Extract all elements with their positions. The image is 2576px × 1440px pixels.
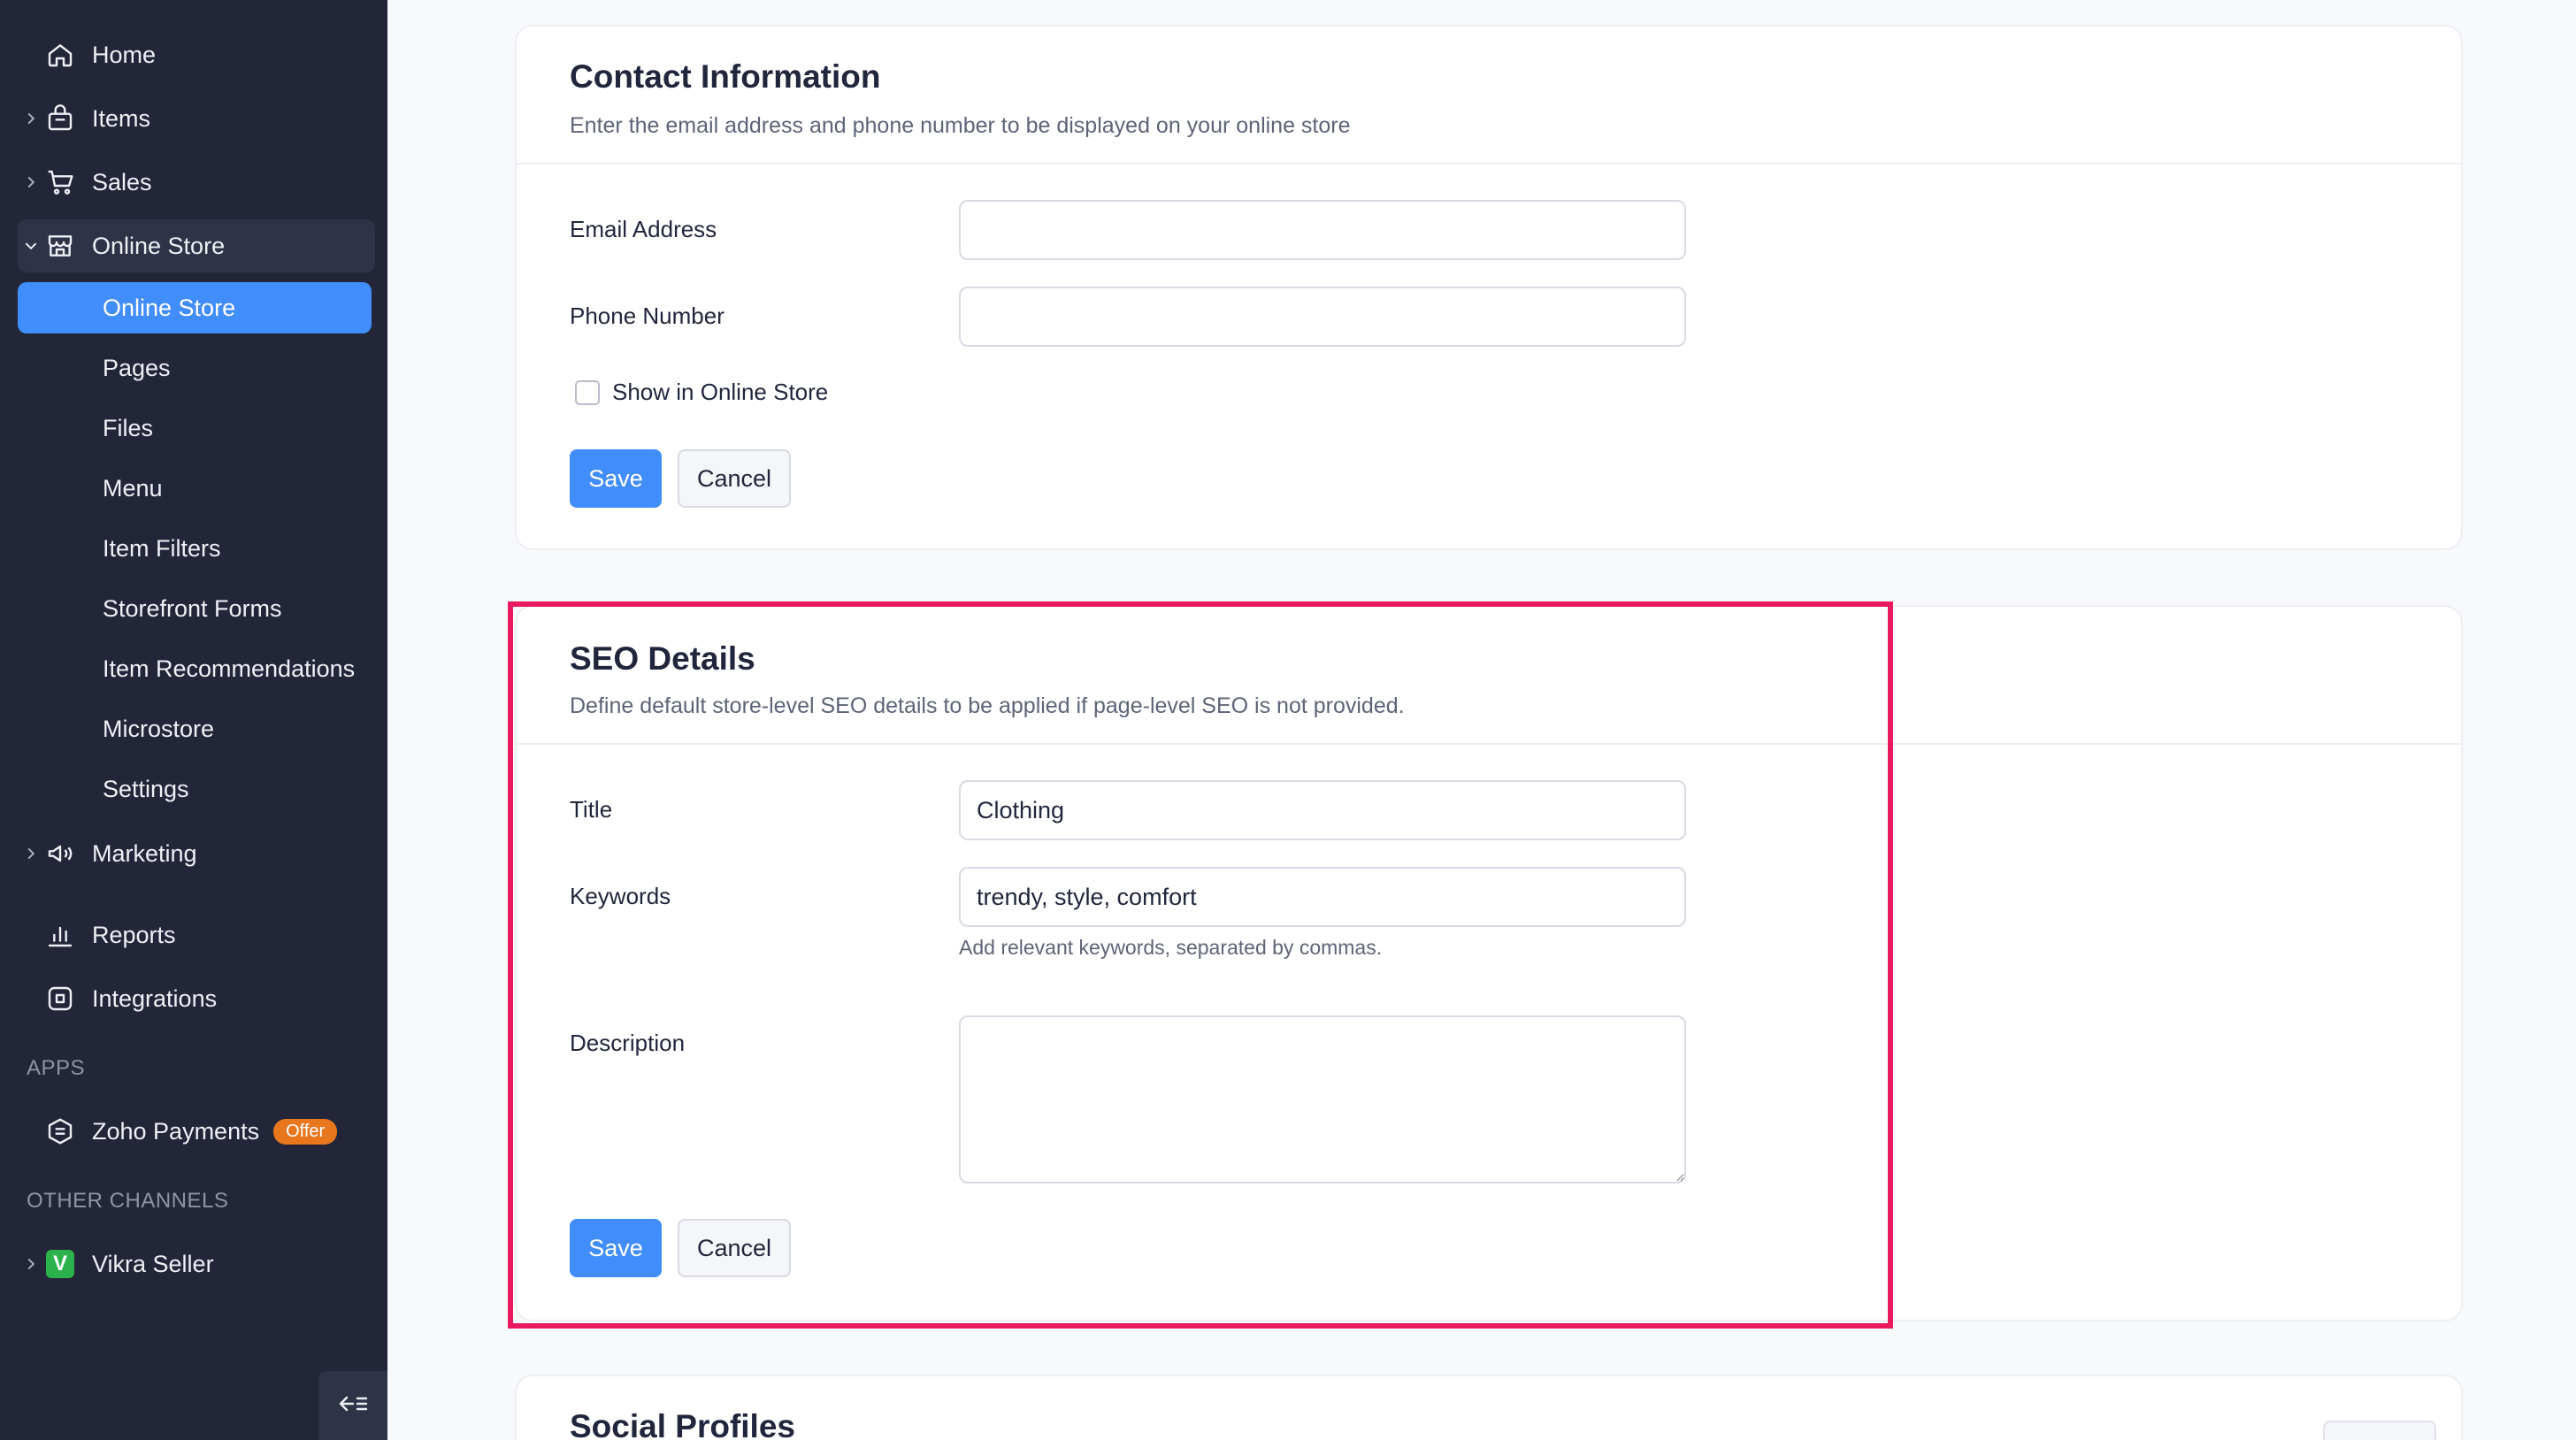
show-in-online-store-checkbox[interactable]	[575, 380, 600, 405]
sidebar-subitem-menu[interactable]: Menu	[18, 463, 372, 514]
sidebar-subitem-item-filters[interactable]: Item Filters	[18, 523, 372, 574]
email-label: Email Address	[570, 216, 717, 242]
seo-cancel-button[interactable]: Cancel	[678, 1219, 791, 1277]
chevron-right-icon	[18, 847, 44, 860]
sidebar-item-online-store[interactable]: Online Store	[18, 219, 375, 272]
social-card-title: Social Profiles	[570, 1408, 795, 1440]
divider	[517, 163, 2461, 165]
cart-icon	[44, 166, 76, 198]
social-profiles-card: Social Profiles	[515, 1375, 2463, 1440]
megaphone-icon	[44, 838, 76, 869]
sidebar-item-label: Online Store	[92, 232, 226, 259]
sidebar-item-reports[interactable]: Reports	[18, 908, 375, 961]
email-field[interactable]	[959, 200, 1686, 260]
sidebar-item-vikra-seller[interactable]: V Vikra Seller	[18, 1237, 375, 1291]
collapse-sidebar-icon	[338, 1393, 368, 1419]
offer-badge: Offer	[273, 1118, 338, 1145]
keywords-hint: Add relevant keywords, separated by comm…	[959, 936, 1383, 959]
vikra-logo: V	[46, 1250, 74, 1278]
sidebar-item-zoho-payments[interactable]: Zoho Payments Offer	[18, 1105, 375, 1158]
seo-save-button[interactable]: Save	[570, 1219, 662, 1277]
contact-card-description: Enter the email address and phone number…	[570, 113, 1351, 138]
keywords-field[interactable]	[959, 867, 1686, 927]
other-channels-section-label: OTHER CHANNELS	[27, 1189, 229, 1213]
sidebar-item-label: Reports	[92, 921, 176, 948]
chevron-down-icon	[18, 240, 44, 252]
collapse-sidebar-button[interactable]	[318, 1371, 387, 1440]
basket-icon	[44, 103, 76, 134]
contact-save-button[interactable]: Save	[570, 449, 662, 508]
contact-card-title: Contact Information	[570, 58, 881, 95]
sidebar-item-label: Integrations	[92, 984, 218, 1012]
phone-field[interactable]	[959, 287, 1686, 347]
sidebar-subitem-storefront-forms[interactable]: Storefront Forms	[18, 583, 372, 634]
keywords-label: Keywords	[570, 883, 671, 909]
seo-card-title: SEO Details	[570, 640, 755, 677]
chevron-right-icon	[18, 176, 44, 188]
store-icon	[44, 230, 76, 262]
sidebar-subitem-pages[interactable]: Pages	[18, 342, 372, 394]
sidebar-subitem-item-recommendations[interactable]: Item Recommendations	[18, 643, 372, 694]
phone-label: Phone Number	[570, 303, 724, 329]
social-edit-button[interactable]	[2323, 1421, 2436, 1440]
zoho-payments-icon	[44, 1115, 76, 1147]
sidebar-subitem-files[interactable]: Files	[18, 402, 372, 454]
sidebar-item-label: Home	[92, 41, 157, 68]
sidebar-subitem-microstore[interactable]: Microstore	[18, 703, 372, 754]
sidebar-subitem-settings[interactable]: Settings	[18, 763, 372, 815]
sidebar-item-home[interactable]: Home	[18, 28, 375, 81]
seo-card-description: Define default store-level SEO details t…	[570, 693, 1405, 718]
sidebar-item-label: Vikra Seller	[92, 1250, 214, 1277]
chevron-right-icon	[18, 112, 44, 125]
divider	[517, 743, 2461, 745]
sidebar-item-label: Marketing	[92, 839, 197, 867]
sidebar-item-items[interactable]: Items	[18, 92, 375, 145]
seo-description-label: Description	[570, 1030, 686, 1056]
seo-title-label: Title	[570, 796, 613, 823]
chevron-right-icon	[18, 1258, 44, 1270]
sidebar-item-integrations[interactable]: Integrations	[18, 972, 375, 1025]
seo-details-card: SEO Details Define default store-level S…	[515, 605, 2463, 1321]
sidebar-item-label: Sales	[92, 168, 152, 195]
sidebar-item-label: Items	[92, 104, 151, 132]
sidebar: Home Items Sales Online Store Online Sto…	[0, 0, 387, 1440]
sidebar-item-marketing[interactable]: Marketing	[18, 827, 375, 880]
seo-title-field[interactable]	[959, 780, 1686, 840]
show-in-online-store-label: Show in Online Store	[612, 379, 829, 405]
contact-information-card: Contact Information Enter the email addr…	[515, 25, 2463, 550]
seo-description-field[interactable]	[959, 1015, 1686, 1183]
integrations-icon	[44, 983, 76, 1015]
home-icon	[44, 39, 76, 71]
sidebar-item-sales[interactable]: Sales	[18, 156, 375, 209]
sidebar-subitem-online-store[interactable]: Online Store	[18, 282, 372, 333]
sidebar-item-label: Zoho Payments	[92, 1117, 260, 1145]
vikra-logo-icon: V	[44, 1248, 76, 1280]
bar-chart-icon	[44, 919, 76, 951]
apps-section-label: APPS	[27, 1056, 86, 1080]
contact-cancel-button[interactable]: Cancel	[678, 449, 791, 508]
